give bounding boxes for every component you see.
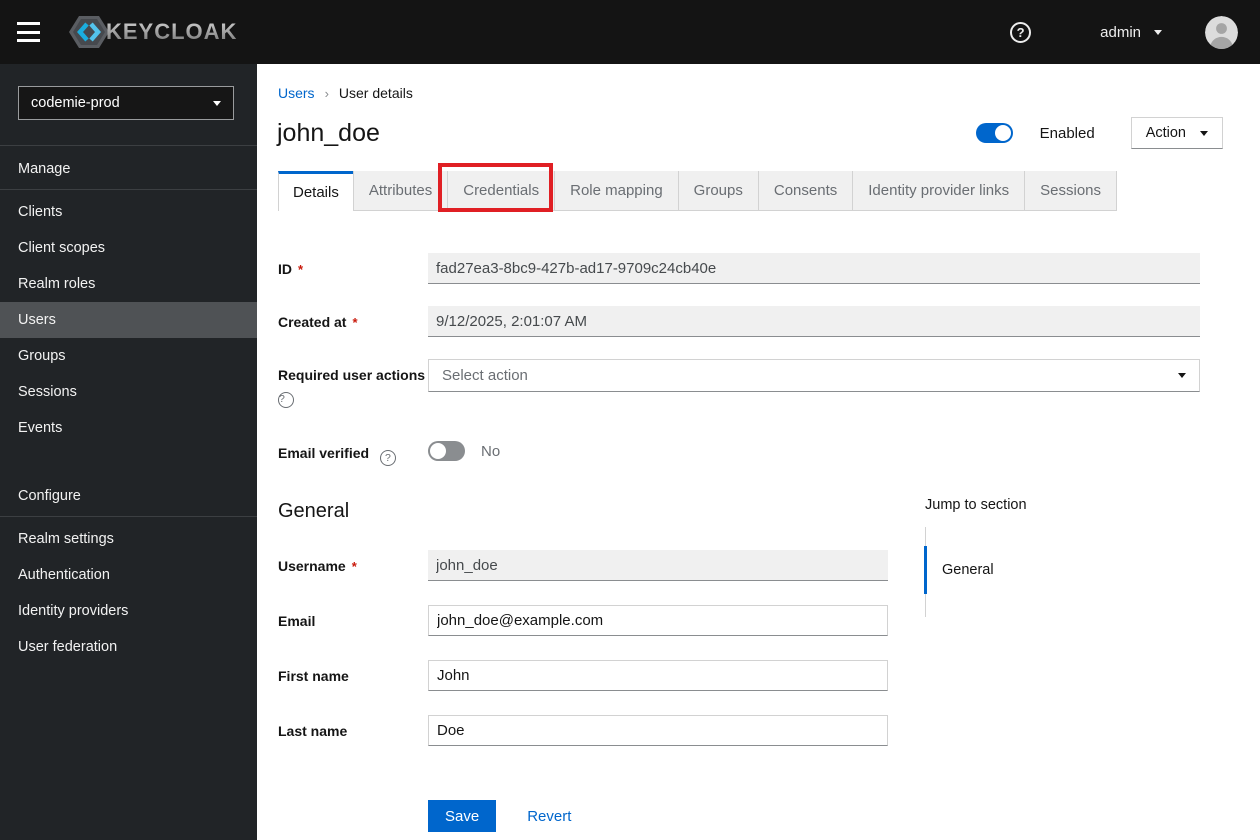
jump-to-section-heading: Jump to section: [925, 497, 1027, 513]
tab-credentials[interactable]: Credentials: [447, 171, 555, 211]
top-bar: KEYCLOAK ? admin: [0, 0, 1260, 64]
breadcrumb-separator-icon: ›: [324, 85, 329, 101]
question-circle-icon[interactable]: ?: [379, 450, 396, 466]
created-at-label: Created at *: [278, 314, 358, 330]
question-circle-icon[interactable]: ?: [278, 392, 294, 408]
brand-text: KEYCLOAK: [106, 19, 238, 44]
chevron-down-icon: [1154, 29, 1162, 35]
keycloak-logo: KEYCLOAK: [68, 13, 237, 51]
user-menu[interactable]: admin: [1100, 24, 1162, 41]
jump-to-section-panel: Jump to section General: [924, 497, 1215, 617]
breadcrumb-users-link[interactable]: Users: [278, 85, 315, 101]
email-verified-label: Email verified ?: [278, 437, 428, 466]
chevron-down-icon: [1200, 130, 1208, 136]
sidebar-item-groups[interactable]: Groups: [0, 338, 257, 374]
required-asterisk: *: [351, 559, 357, 574]
sidebar-item-client-scopes[interactable]: Client scopes: [0, 230, 257, 266]
nav-group-configure-title: Configure: [18, 488, 81, 504]
keycloak-logo-icon: [69, 16, 109, 48]
main-content: Users › User details john_doe Enabled Ac…: [257, 64, 1260, 840]
nav-group-manage-title: Manage: [18, 161, 71, 177]
email-verified-toggle[interactable]: [428, 441, 465, 461]
sidebar: codemie-prod Manage Clients Client scope…: [0, 64, 257, 840]
sidebar-item-events[interactable]: Events: [0, 410, 257, 446]
configure-nav-list: Realm settings Authentication Identity p…: [0, 517, 257, 665]
revert-link[interactable]: Revert: [527, 808, 571, 825]
required-user-actions-label: Required user actions ?: [278, 359, 428, 408]
required-asterisk: *: [352, 315, 358, 330]
chevron-down-icon: [213, 100, 221, 106]
enabled-label: Enabled: [1039, 124, 1095, 142]
username-label: Username *: [278, 558, 357, 574]
page-title: john_doe: [277, 118, 380, 147]
sidebar-item-authentication[interactable]: Authentication: [0, 557, 257, 593]
email-field[interactable]: [428, 605, 888, 636]
breadcrumb: Users › User details: [257, 64, 1260, 101]
action-dropdown-button[interactable]: Action: [1130, 117, 1223, 149]
sidebar-item-clients[interactable]: Clients: [0, 194, 257, 230]
jump-to-section-list: General: [924, 527, 1215, 617]
help-icon[interactable]: ?: [1010, 21, 1032, 43]
tab-identity-provider-links[interactable]: Identity provider links: [852, 171, 1025, 211]
id-field[interactable]: [428, 253, 1200, 284]
sidebar-item-realm-roles[interactable]: Realm roles: [0, 266, 257, 302]
first-name-label: First name: [278, 668, 349, 684]
sidebar-item-identity-providers[interactable]: Identity providers: [0, 593, 257, 629]
tab-details[interactable]: Details: [278, 171, 353, 211]
email-verified-state: No: [481, 442, 501, 460]
tab-sessions[interactable]: Sessions: [1024, 171, 1118, 211]
manage-nav-list: Clients Client scopes Realm roles Users …: [0, 190, 257, 446]
sidebar-item-realm-settings[interactable]: Realm settings: [0, 521, 257, 557]
jump-item-general[interactable]: General: [924, 546, 1215, 594]
created-at-field[interactable]: [428, 306, 1200, 337]
tab-role-mapping[interactable]: Role mapping: [554, 171, 678, 211]
required-user-actions-select[interactable]: Select action: [428, 359, 1200, 392]
action-label: Action: [1145, 125, 1186, 141]
user-name: admin: [1100, 23, 1141, 41]
tab-bar: Details Attributes Credentials Role mapp…: [278, 171, 1260, 211]
tab-attributes[interactable]: Attributes: [352, 171, 448, 211]
avatar-icon[interactable]: [1205, 15, 1238, 49]
sidebar-item-users[interactable]: Users: [0, 302, 257, 338]
realm-selector[interactable]: codemie-prod: [18, 86, 234, 120]
email-label: Email: [278, 613, 316, 629]
chevron-down-icon: [1178, 373, 1186, 378]
tab-consents[interactable]: Consents: [757, 171, 853, 211]
save-button[interactable]: Save: [428, 800, 497, 832]
username-field[interactable]: [428, 550, 888, 581]
sidebar-item-sessions[interactable]: Sessions: [0, 374, 257, 410]
tab-groups[interactable]: Groups: [677, 171, 758, 211]
breadcrumb-current: User details: [338, 85, 413, 101]
realm-name: codemie-prod: [31, 95, 120, 111]
sidebar-item-user-federation[interactable]: User federation: [0, 629, 257, 665]
menu-icon[interactable]: [17, 22, 43, 42]
select-placeholder: Select action: [442, 367, 528, 384]
last-name-label: Last name: [278, 723, 348, 739]
required-asterisk: *: [298, 262, 304, 277]
id-label: ID *: [278, 261, 304, 277]
last-name-field[interactable]: [428, 715, 888, 746]
first-name-field[interactable]: [428, 660, 888, 691]
enabled-toggle[interactable]: [975, 123, 1013, 143]
